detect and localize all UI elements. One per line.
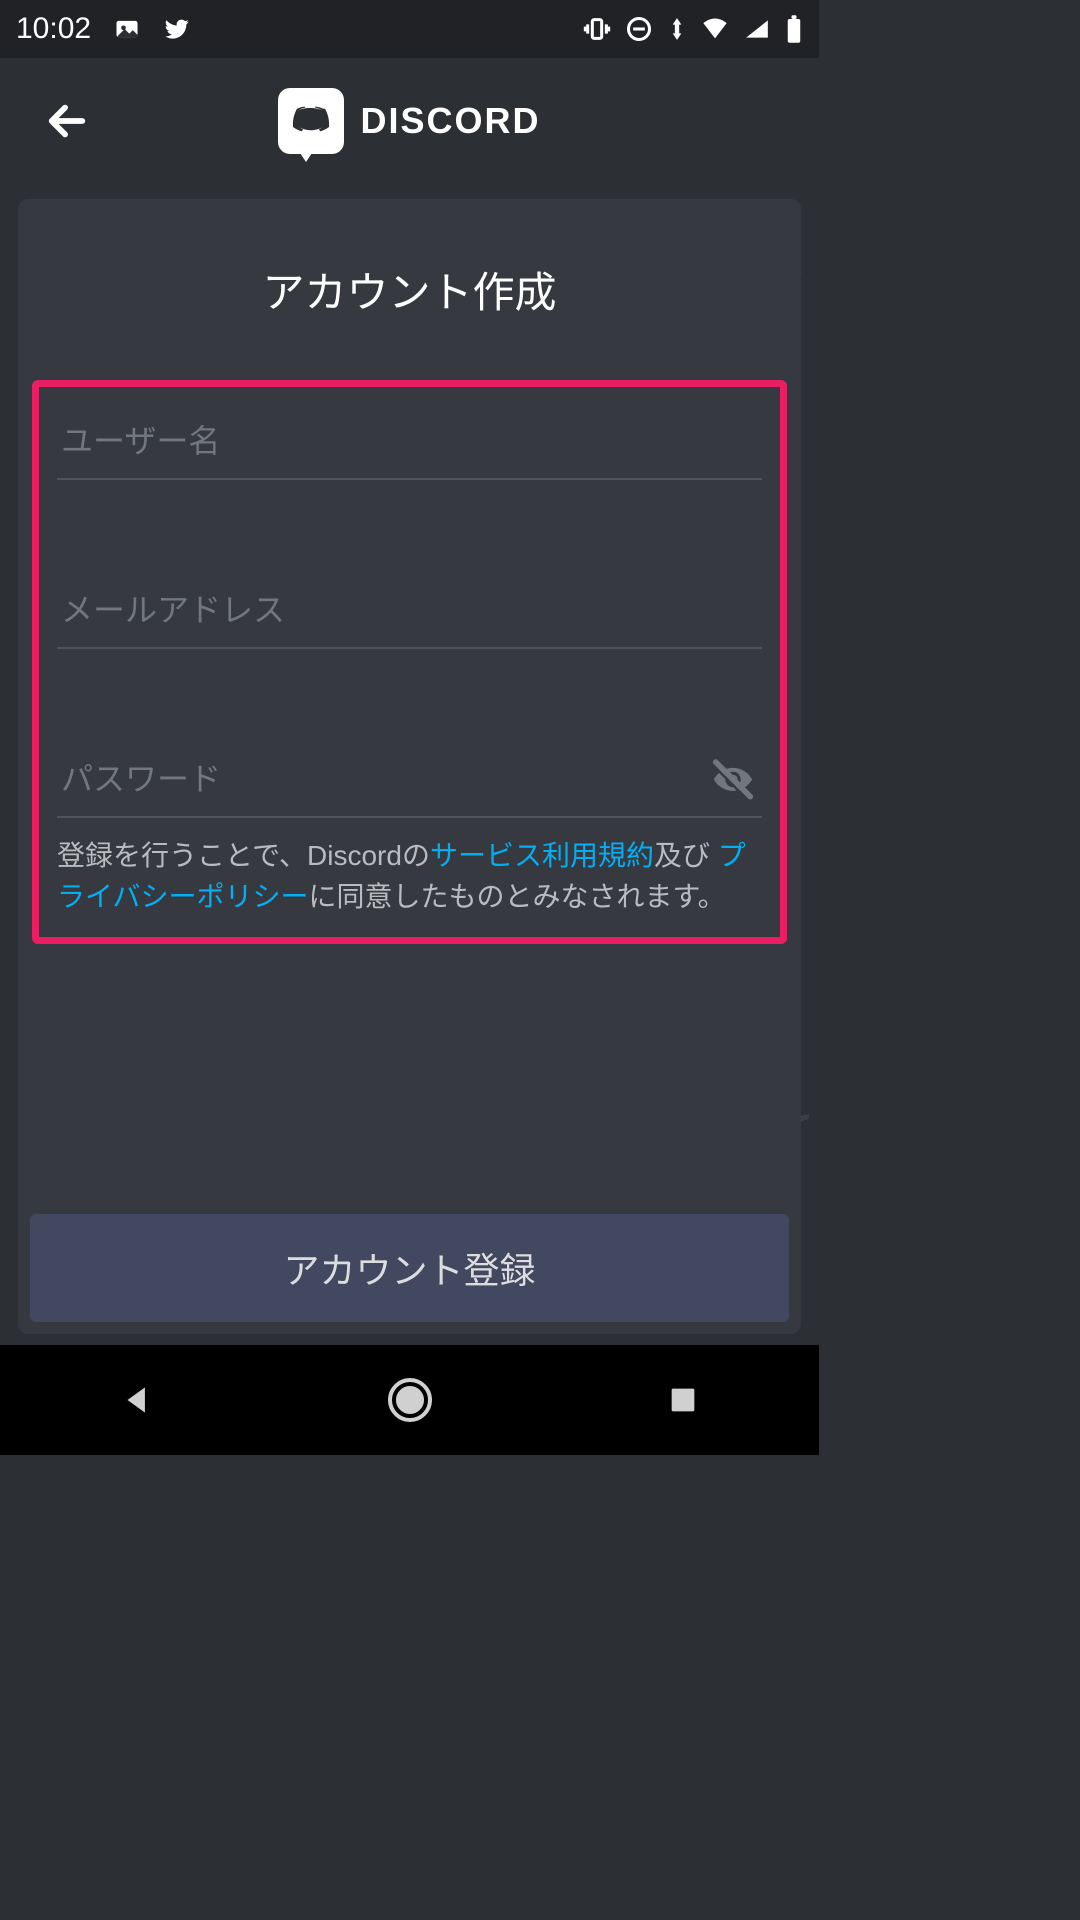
android-nav-bar	[0, 1345, 819, 1455]
nav-back-button[interactable]	[107, 1370, 167, 1430]
twitter-icon	[163, 15, 191, 43]
app-header: DISCORD	[0, 58, 819, 183]
tos-link[interactable]: サービス利用規約	[430, 840, 654, 871]
card-title: アカウント作成	[18, 259, 801, 320]
do-not-disturb-icon	[625, 15, 653, 43]
data-icon	[667, 15, 687, 43]
status-bar: 10:02	[0, 0, 819, 58]
wifi-icon	[701, 15, 729, 43]
signal-icon	[743, 15, 771, 43]
username-input[interactable]	[57, 411, 762, 480]
battery-icon	[785, 15, 803, 43]
nav-recent-button[interactable]	[653, 1370, 713, 1430]
brand-text: DISCORD	[360, 100, 540, 142]
form-highlight: 登録を行うことで、Discordのサービス利用規約及び プライバシーポリシーに同…	[32, 380, 787, 944]
register-button[interactable]: アカウント登録	[30, 1214, 789, 1322]
vibrate-icon	[583, 15, 611, 43]
status-time: 10:02	[16, 12, 91, 46]
discord-logo: DISCORD	[278, 88, 540, 154]
toggle-password-visibility-icon[interactable]	[710, 756, 756, 802]
terms-text: 登録を行うことで、Discordのサービス利用規約及び プライバシーポリシーに同…	[57, 836, 762, 917]
nav-home-button[interactable]	[380, 1370, 440, 1430]
back-button[interactable]	[42, 96, 92, 146]
email-input[interactable]	[57, 580, 762, 649]
password-input[interactable]	[57, 749, 762, 818]
discord-icon	[278, 88, 344, 154]
signup-card: アカウント作成 登録を行うことで、Discordのサービス利用規約及び プライバ…	[18, 199, 801, 1334]
photo-icon	[113, 15, 141, 43]
